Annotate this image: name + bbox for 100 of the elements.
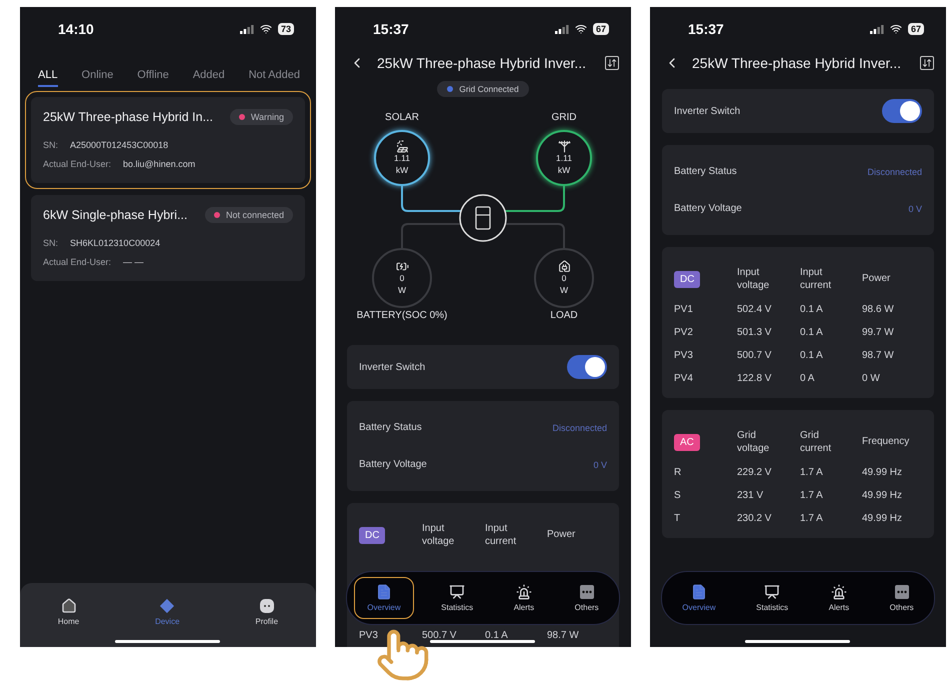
info-label: Battery Status [674,166,737,177]
node-value: 0 [400,273,404,284]
table-cell-text: 230.2 V [737,513,772,524]
device-card[interactable]: 25kW Three-phase Hybrid In... Warning SN: A25000T012453C00018 Actual End-User: bo.liu@hinen.com [31,97,305,183]
table-tag: DC [674,271,700,288]
siren-icon [830,584,847,600]
node-value: 1.11 [556,153,572,164]
device-card[interactable]: 6kW Single-phase Hybri... Not connected SN: SH6KL012310C00024 Actual End-User: — — [31,195,305,281]
siren-icon [516,584,532,600]
column-header: Frequency [862,436,910,449]
signal-icon [240,24,254,34]
column-header: Power [547,529,576,542]
more-icon [578,584,595,600]
nav-tab[interactable]: Overview [669,577,729,619]
more-icon [894,584,910,600]
nav-tab[interactable]: Others [562,577,612,619]
page-title: 25kW Three-phase Hybrid Inver... [377,55,588,71]
filter-tab[interactable]: Offline [137,69,169,87]
column-header: Input current [485,523,518,548]
filter-tab[interactable]: Added [192,69,225,87]
highlighted-nav-tab[interactable]: Overview [354,577,414,619]
row-label: PV3 [674,350,694,361]
table-cell-text: 0.1 A [485,630,509,641]
page-title: 25kW Three-phase Hybrid Inver... [692,55,902,71]
table-cell-text: 98.6 W [862,304,895,315]
nav-tab[interactable]: Home [44,591,92,647]
grid-status-badge: Grid Connected [437,81,529,97]
nav-tab[interactable]: Others [876,577,927,619]
table-cell-text: 500.7 V [737,350,772,361]
document-icon [690,584,707,600]
node-label: LOAD [550,310,578,321]
table-cell-text: 501.3 V [737,327,772,338]
signal-icon [554,24,569,34]
settings-icon[interactable] [920,56,934,70]
battery-icon [396,260,408,274]
nav-tab[interactable]: Device [142,591,193,647]
column-header: Power [862,273,892,286]
info-label: Battery Voltage [674,203,742,214]
column-header: Input voltage [737,267,770,292]
status-time: 15:37 [373,21,409,37]
node-value: 0 [562,273,566,284]
row-label: T [674,513,682,524]
info-value: 0 V [593,460,607,470]
nav-tab[interactable]: Profile [242,591,292,647]
row-label: PV4 [674,373,694,384]
toggle-switch[interactable] [567,355,607,379]
node-label: GRID [552,112,576,123]
table-cell-text: 0.1 A [800,304,824,315]
field-label: SN: [43,238,58,248]
table-cell-text: 500.7 V [422,630,458,641]
toggle-switch[interactable] [882,99,922,123]
field-value: bo.liu@hinen.com [123,159,196,169]
house-icon [558,260,570,274]
settings-icon[interactable] [605,56,619,70]
column-header: Grid current [800,430,832,455]
row-label: PV2 [674,327,694,338]
table-cell-text: 98.7 W [862,350,895,361]
table-cell-text: 502.4 V [737,304,772,315]
home-icon [60,598,77,614]
status-time: 14:10 [58,21,94,37]
table-cell-text: 122.8 V [737,373,772,384]
nav-tab[interactable]: Statistics [428,577,486,619]
device-name: 6kW Single-phase Hybri... [43,208,188,222]
status-time: 15:37 [688,21,724,37]
status-badge: Warning [230,109,293,125]
table-cell-text: 1.7 A [800,513,824,524]
field-value: SH6KL012310C00024 [70,238,160,248]
node-label: SOLAR [385,112,419,123]
column-header: Input current [800,267,832,292]
table-tag: DC [359,527,386,544]
chart-icon [449,584,466,600]
column-header: Grid voltage [737,430,770,455]
nav-tab[interactable]: Alerts [500,577,548,619]
nav-tab[interactable]: Alerts [816,577,862,619]
battery-level: 67 [592,23,609,35]
node-unit: W [560,284,568,296]
signal-icon [870,24,884,34]
row-label: PV3 [359,630,379,641]
field-value: — — [123,257,144,267]
info-value: 0 V [908,204,922,214]
nav-tab[interactable]: Statistics [743,577,802,619]
info-value: Disconnected [552,422,607,432]
table-cell-text: 0.1 A [800,350,824,361]
filter-tab[interactable]: Not Added [248,69,300,87]
node-value: 1.11 [394,153,410,164]
filter-tab[interactable]: Online [82,69,114,87]
device-name: 25kW Three-phase Hybrid In... [43,110,213,124]
row-label: R [674,467,682,478]
utility-pole-icon [558,140,570,154]
switch-label: Inverter Switch [359,362,426,372]
filter-tab[interactable]: ALL [38,69,58,87]
table-cell-text: 0.1 A [800,327,824,338]
chart-icon [764,584,780,600]
node-unit: kW [396,164,408,176]
profile-icon [258,598,275,614]
info-label: Battery Status [359,422,422,433]
row-label: PV1 [674,304,694,315]
table-cell-text: 0 W [862,373,881,384]
switch-label: Inverter Switch [674,106,740,116]
status-badge: Not connected [204,207,293,223]
